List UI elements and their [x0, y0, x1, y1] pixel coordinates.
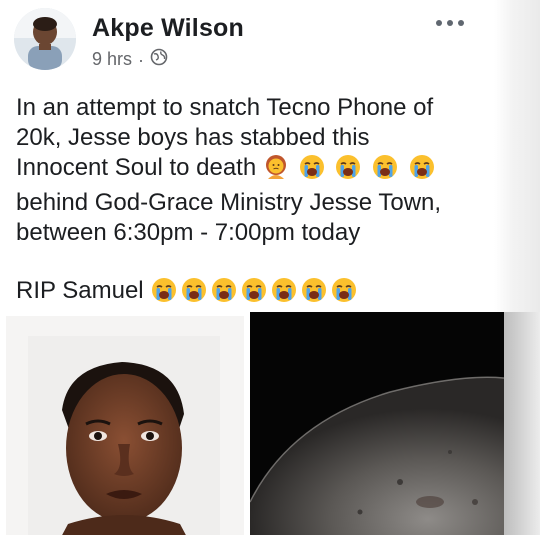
- post-meta: 9 hrs ·: [92, 48, 168, 71]
- crying-face-emoji: [330, 277, 358, 311]
- dark-ground-photo[interactable]: [250, 312, 504, 535]
- crying-face-emoji: [180, 277, 208, 311]
- post-text-line-2: 20k, Jesse boys has stabbed this: [16, 124, 370, 151]
- post-body: In an attempt to snatch Tecno Phone of 2…: [16, 93, 486, 311]
- meta-separator: ·: [138, 49, 145, 70]
- closing-text: RIP Samuel: [16, 277, 144, 304]
- author-avatar[interactable]: [14, 8, 76, 70]
- post-text-line-3: Innocent Soul to death: [16, 153, 486, 188]
- post-closing-line: RIP Samuel: [16, 276, 486, 311]
- more-options-icon[interactable]: [430, 14, 470, 32]
- portrait-image: [28, 336, 220, 535]
- crying-face-emoji: [150, 277, 178, 311]
- portrait-photo[interactable]: [6, 316, 244, 535]
- facebook-post: Akpe Wilson 9 hrs · In an attempt to sna…: [0, 0, 540, 535]
- crying-face-emoji: [300, 277, 328, 311]
- post-text-line-5: between 6:30pm - 7:00pm today: [16, 219, 361, 246]
- crying-face-emoji: [298, 154, 326, 188]
- crying-face-emoji: [408, 154, 436, 188]
- post-header: Akpe Wilson 9 hrs ·: [14, 8, 534, 72]
- crying-face-emoji: [240, 277, 268, 311]
- post-photos: [0, 312, 540, 535]
- post-timestamp[interactable]: 9 hrs: [92, 49, 132, 70]
- crying-face-emoji: [210, 277, 238, 311]
- author-name[interactable]: Akpe Wilson: [92, 14, 244, 43]
- closing-emoji-group: [150, 277, 360, 304]
- woman-with-folded-hands-emoji: [263, 154, 289, 188]
- crying-face-emoji: [371, 154, 399, 188]
- post-text-line-3-text: Innocent Soul to death: [16, 154, 257, 181]
- next-photo-edge: [504, 312, 540, 535]
- crying-face-emoji: [334, 154, 362, 188]
- post-text-line-1: In an attempt to snatch Tecno Phone of: [16, 94, 434, 121]
- globe-icon: [150, 48, 168, 71]
- post-text-line-4: behind God-Grace Ministry Jesse Town,: [16, 189, 442, 216]
- crying-face-emoji: [270, 277, 298, 311]
